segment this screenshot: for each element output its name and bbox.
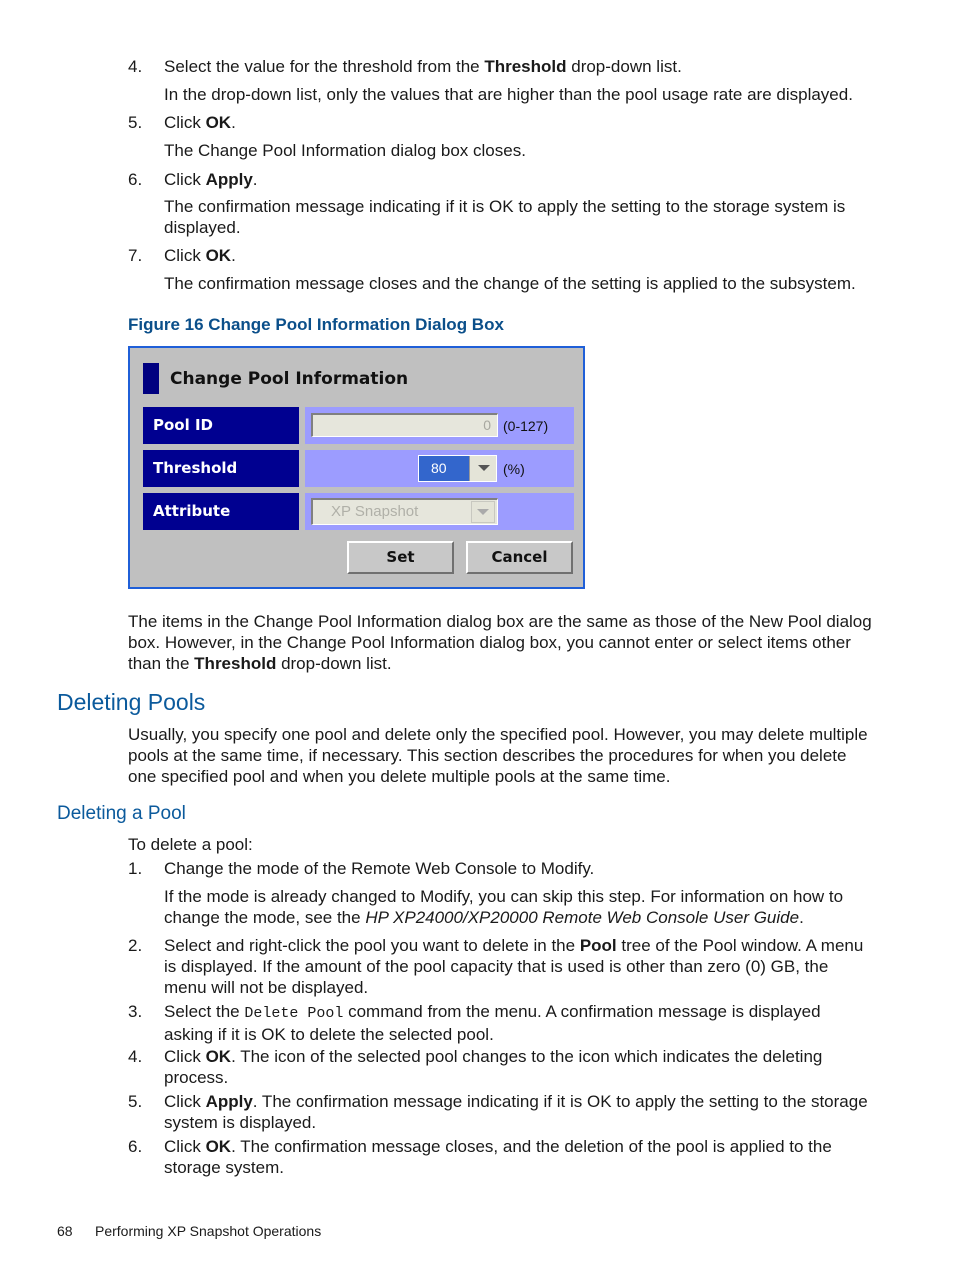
cancel-button[interactable]: Cancel — [466, 541, 573, 574]
step-text: . The icon of the selected pool changes … — [164, 1047, 823, 1087]
step-text: Select and right-click the pool you want… — [164, 936, 580, 955]
subsection-heading: Deleting a Pool — [57, 803, 186, 824]
step-text: Click — [164, 1092, 206, 1111]
threshold-label: Threshold — [143, 450, 299, 487]
chapter-title: Performing XP Snapshot Operations — [95, 1223, 322, 1239]
step-note: The confirmation message closes and the … — [164, 274, 856, 293]
step-note: The Change Pool Information dialog box c… — [164, 141, 526, 160]
bold-term: Threshold — [484, 57, 567, 76]
delete-step-6: 6. Click OK. The confirmation message cl… — [128, 1136, 873, 1178]
bold-term: Apply — [205, 170, 253, 189]
pool-id-label: Pool ID — [143, 407, 299, 444]
step-note: In the drop-down list, only the values t… — [164, 85, 853, 104]
delete-step-4: 4. Click OK. The icon of the selected po… — [128, 1046, 873, 1088]
command-name: Delete Pool — [244, 1005, 344, 1022]
delete-step-1: 1. Change the mode of the Remote Web Con… — [128, 858, 873, 879]
attribute-value: XP Snapshot — [331, 503, 419, 520]
bold-term: OK — [205, 1137, 232, 1156]
bold-term: OK — [205, 1047, 232, 1066]
step-4: 4. Select the value for the threshold fr… — [128, 56, 873, 77]
dropdown-arrow-button[interactable] — [469, 456, 496, 481]
paragraph-text: drop-down list. — [276, 654, 392, 673]
step-number: 2. — [128, 936, 143, 955]
step-number: 5. — [128, 1092, 143, 1111]
bold-term: OK — [205, 246, 232, 265]
bold-term: Threshold — [194, 654, 277, 673]
section-heading: Deleting Pools — [57, 689, 206, 715]
bold-term: OK — [205, 113, 232, 132]
step-number: 7. — [128, 246, 143, 265]
step-text: Click — [164, 113, 206, 132]
step-number: 4. — [128, 1047, 143, 1066]
pool-id-row: 0 (0-127) — [305, 407, 574, 444]
step-text: . The confirmation message indicating if… — [164, 1092, 868, 1132]
step-text: . The confirmation message closes, and t… — [164, 1137, 832, 1177]
step-text: Change the mode of the Remote Web Consol… — [164, 859, 595, 878]
threshold-value: 80 — [431, 460, 447, 476]
page-number: 68 — [57, 1223, 73, 1239]
step-text: . — [231, 246, 236, 265]
step-text: Click — [164, 170, 206, 189]
set-button[interactable]: Set — [347, 541, 454, 574]
subsection-lead: To delete a pool: — [128, 835, 253, 854]
note-text: . — [799, 908, 804, 927]
step-text: drop-down list. — [566, 57, 682, 76]
dialog-title: Change Pool Information — [170, 369, 409, 389]
step-text: . — [231, 113, 236, 132]
step-text: Select the — [164, 1002, 245, 1021]
attribute-row: XP Snapshot — [305, 493, 574, 530]
delete-step-2: 2. Select and right-click the pool you w… — [128, 935, 873, 998]
step-text: Click — [164, 1047, 206, 1066]
delete-step-5: 5. Click Apply. The confirmation message… — [128, 1091, 873, 1133]
figure-description: The items in the Change Pool Information… — [128, 611, 873, 674]
title-marker-icon — [143, 363, 159, 394]
page-footer: 68 Performing XP Snapshot Operations — [57, 1223, 321, 1239]
delete-step-3: 3. Select the Delete Pool command from t… — [128, 1001, 873, 1045]
change-pool-dialog: Change Pool Information Pool ID 0 (0-127… — [128, 346, 585, 589]
threshold-dropdown[interactable]: 80 — [418, 455, 497, 482]
step-7: 7. Click OK. — [128, 245, 873, 266]
chevron-down-icon — [477, 509, 489, 515]
step-note: If the mode is already changed to Modify… — [164, 886, 874, 928]
pool-id-input[interactable]: 0 — [311, 413, 498, 437]
step-text: Click — [164, 246, 206, 265]
step-number: 6. — [128, 170, 143, 189]
step-text: Select the value for the threshold from … — [164, 57, 485, 76]
step-5: 5. Click OK. — [128, 112, 873, 133]
attribute-label: Attribute — [143, 493, 299, 530]
section-intro: Usually, you specify one pool and delete… — [128, 725, 868, 786]
pool-id-range: (0-127) — [503, 418, 549, 434]
step-text: . — [252, 170, 258, 189]
step-number: 1. — [128, 859, 143, 878]
step-note: The confirmation message indicating if i… — [164, 197, 846, 237]
threshold-row: 80 (%) — [305, 450, 574, 487]
step-text: Click — [164, 1137, 206, 1156]
step-6: 6. Click Apply. — [128, 169, 873, 190]
dropdown-arrow-button[interactable] — [471, 501, 495, 523]
bold-term: Apply — [205, 1092, 253, 1111]
step-number: 3. — [128, 1002, 143, 1021]
step-number: 5. — [128, 113, 143, 132]
chevron-down-icon — [478, 465, 490, 471]
figure-caption: Figure 16 Change Pool Information Dialog… — [128, 315, 504, 334]
step-number: 4. — [128, 57, 143, 76]
bold-term: Pool — [579, 936, 617, 955]
guide-title: HP XP24000/XP20000 Remote Web Console Us… — [365, 908, 800, 927]
step-number: 6. — [128, 1137, 143, 1156]
attribute-dropdown[interactable]: XP Snapshot — [311, 498, 498, 525]
threshold-unit: (%) — [503, 461, 525, 477]
